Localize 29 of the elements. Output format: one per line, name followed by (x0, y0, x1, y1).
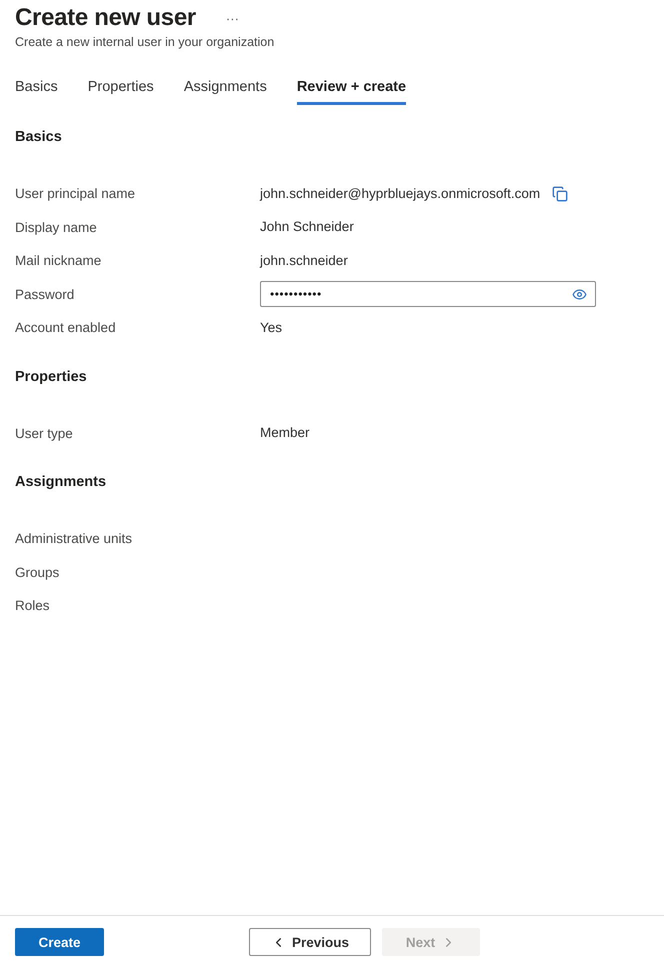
section-heading: Assignments (15, 474, 108, 490)
field-label: Administrative units (15, 531, 134, 546)
eye-icon[interactable] (572, 286, 587, 302)
field-value: john.schneider (260, 252, 348, 268)
password-field[interactable]: ••••••••••• (260, 281, 596, 308)
field-label: Groups (15, 564, 60, 580)
page-subtitle: Create a new internal user in your organization (15, 35, 276, 49)
field-label: Display name (15, 220, 98, 235)
copy-icon[interactable] (552, 186, 568, 202)
field-label: User type (15, 426, 74, 441)
field-value: john.schneider@hyprbluejays.onmicrosoft.com (260, 186, 540, 202)
field-value: John Schneider (260, 219, 354, 234)
tab[interactable]: Basics (15, 79, 58, 105)
create-button[interactable]: Create (15, 928, 104, 956)
previous-button[interactable]: Previous (249, 928, 371, 956)
more-options[interactable]: ··· (226, 10, 239, 26)
field-value: Member (260, 425, 310, 440)
tab[interactable]: Assignments (184, 79, 267, 105)
tab[interactable]: Properties (88, 79, 154, 105)
field-label: Password (15, 286, 76, 302)
section-heading: Properties (15, 368, 88, 384)
field-label: Mail nickname (15, 253, 102, 268)
tab[interactable]: Review + create (296, 79, 406, 105)
section-heading: Basics (15, 129, 63, 145)
field-label: User principal name (15, 186, 136, 202)
field-label: Account enabled (15, 320, 117, 336)
page-title: Create new user (15, 4, 196, 32)
field-value: Yes (260, 320, 282, 335)
field-label: Roles (15, 598, 51, 614)
